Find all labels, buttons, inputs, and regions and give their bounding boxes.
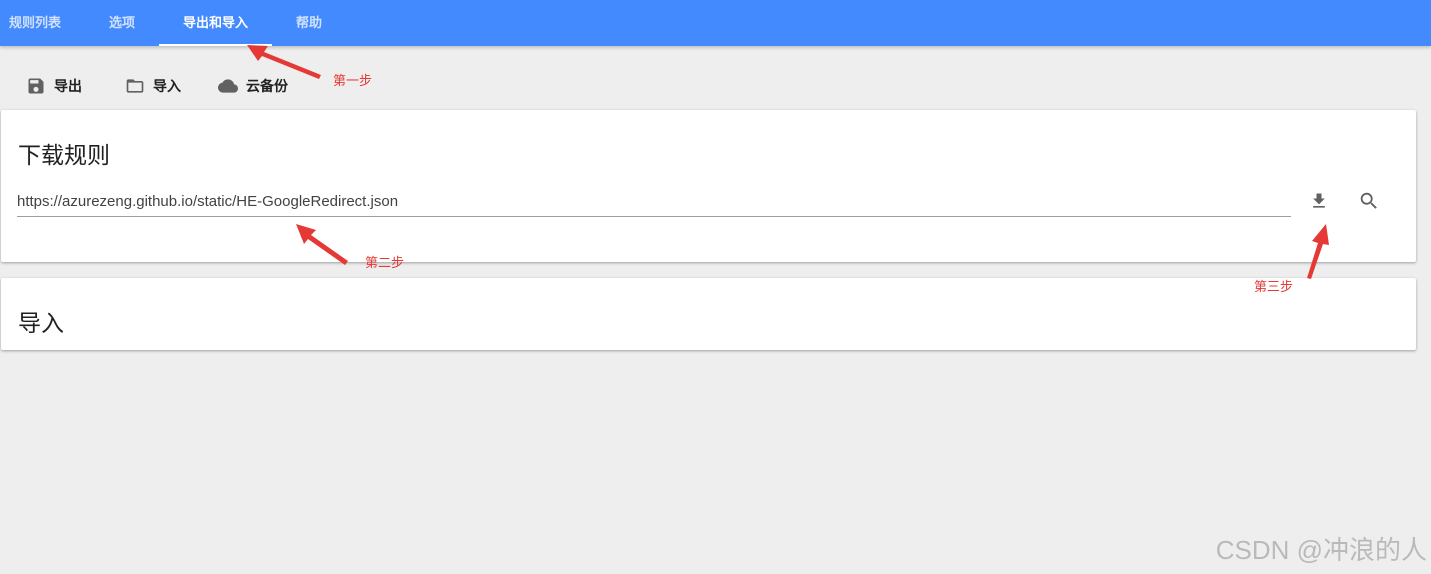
save-icon <box>28 78 44 94</box>
import-label: 导入 <box>153 78 181 94</box>
download-button[interactable] <box>1305 187 1333 215</box>
cloud-backup-button[interactable]: 云备份 <box>216 72 288 100</box>
step3-annotation: 第三步 <box>1254 279 1294 294</box>
tab-export-import[interactable]: 导出和导入 <box>159 0 272 46</box>
download-card-title: 下载规则 <box>18 142 110 168</box>
download-url-input[interactable] <box>17 186 1291 217</box>
cloud-icon <box>218 79 238 93</box>
app-root: 规则列表 选项 导出和导入 帮助 导出 导入 云备份 下载规则 https://… <box>0 0 1431 574</box>
cloud-backup-label: 云备份 <box>246 78 288 94</box>
tab-rule-list[interactable]: 规则列表 <box>0 0 70 46</box>
download-rules-card: 下载规则 <box>1 110 1416 262</box>
download-icon <box>1313 193 1325 208</box>
step2-annotation: 第二步 <box>365 255 405 270</box>
step1-annotation: 第一步 <box>333 73 373 88</box>
tab-options[interactable]: 选项 <box>92 0 152 46</box>
search-button[interactable] <box>1355 187 1383 215</box>
search-icon <box>1360 192 1377 209</box>
import-button[interactable]: 导入 <box>125 72 181 100</box>
csdn-watermark: CSDN @冲浪的人 <box>1215 535 1427 565</box>
tab-bar: 规则列表 选项 导出和导入 帮助 <box>0 0 1431 46</box>
import-card-title: 导入 <box>18 310 64 336</box>
export-button[interactable]: 导出 <box>26 72 82 100</box>
active-tab-indicator <box>159 44 272 46</box>
folder-icon <box>126 79 144 93</box>
export-label: 导出 <box>54 78 82 94</box>
import-card: 导入 <box>1 278 1416 350</box>
tab-help[interactable]: 帮助 <box>282 0 336 46</box>
